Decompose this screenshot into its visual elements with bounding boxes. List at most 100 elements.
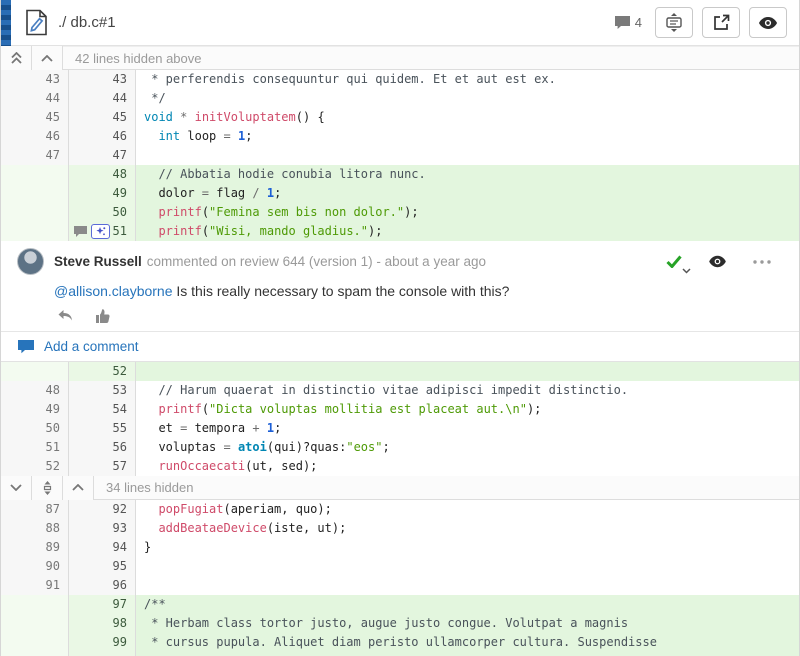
expand-collapse-chunks-button[interactable] [655,7,693,38]
old-line-number[interactable]: 47 [1,146,69,165]
diff-row-line-53[interactable]: 4853 // Harum quaerat in distinctio vita… [1,381,799,400]
old-line-number[interactable]: 91 [1,576,69,595]
diff-row-line-96[interactable]: 9196 [1,576,799,595]
new-line-number[interactable]: 57 [69,457,136,476]
diff-row-line-47[interactable]: 4747 [1,146,799,165]
code-token: (aperiam, quo); [223,502,331,516]
more-actions-icon[interactable] [753,260,771,264]
old-line-number[interactable] [1,203,69,222]
diff-row-line-97[interactable]: 97/** [1,595,799,614]
diff-row-line-46[interactable]: 4646 int loop = 1; [1,127,799,146]
new-line-number[interactable]: 99 [69,633,136,652]
diff-row-line-54[interactable]: 4954 printf("Dicta voluptas mollitia est… [1,400,799,419]
diff-row-line-57[interactable]: 5257 runOccaecati(ut, sed); [1,457,799,476]
diff-row-line-44[interactable]: 4444 */ [1,89,799,108]
comment-meta: commented on review 644 (version 1) - ab… [147,254,486,269]
new-line-number[interactable]: 98 [69,614,136,633]
new-line-number[interactable]: 45 [69,108,136,127]
diff-row-line-55[interactable]: 5055 et = tempora + 1; [1,419,799,438]
new-line-number[interactable]: 100 [69,652,136,656]
old-line-number[interactable] [1,652,69,656]
old-line-number[interactable]: 49 [1,400,69,419]
old-line-number[interactable]: 89 [1,538,69,557]
diff-row-line-56[interactable]: 5156 voluptas = atoi(qui)?quas:"eos"; [1,438,799,457]
diff-row-line-45[interactable]: 4545void * initVoluptatem() { [1,108,799,127]
old-line-number[interactable]: 44 [1,89,69,108]
old-line-number[interactable] [1,362,69,381]
diff-row-line-100[interactable]: 100 * nostra. [1,652,799,656]
diff-row-line-43[interactable]: 4343 * perferendis consequuntur qui quid… [1,70,799,89]
new-line-number[interactable]: 96 [69,576,136,595]
old-line-number[interactable]: 88 [1,519,69,538]
resolve-status-button[interactable] [666,255,682,268]
new-line-number[interactable]: 93 [69,519,136,538]
new-line-number[interactable]: 55 [69,419,136,438]
diff-row-line-51[interactable]: 51 printf("Wisi, mando gladius."); [1,222,799,241]
reply-icon[interactable] [57,309,73,323]
old-line-number[interactable] [1,184,69,203]
add-comment-row[interactable]: Add a comment [1,331,799,361]
expand-up-button[interactable] [63,476,94,500]
comment-indicator-icon[interactable] [73,225,88,238]
expand-all-middle-button[interactable] [32,476,63,500]
old-line-number[interactable]: 50 [1,419,69,438]
old-line-number[interactable]: 51 [1,438,69,457]
new-line-number[interactable]: 53 [69,381,136,400]
mention-link[interactable]: @allison.clayborne [54,283,173,299]
old-line-number[interactable]: 48 [1,381,69,400]
diff-row-line-52[interactable]: 52 [1,362,799,381]
old-line-number[interactable]: 46 [1,127,69,146]
diff-row-line-95[interactable]: 9095 [1,557,799,576]
new-line-number[interactable]: 44 [69,89,136,108]
new-line-number[interactable]: 56 [69,438,136,457]
new-line-number[interactable]: 94 [69,538,136,557]
diff-row-line-94[interactable]: 8994} [1,538,799,557]
expand-down-button[interactable] [1,476,32,500]
new-line-number[interactable]: 92 [69,500,136,519]
diff-row-line-92[interactable]: 8792 popFugiat(aperiam, quo); [1,500,799,519]
diff-row-line-98[interactable]: 98 * Herbam class tortor justo, augue ju… [1,614,799,633]
old-line-number[interactable] [1,165,69,184]
add-comment-link[interactable]: Add a comment [44,339,139,354]
new-line-number[interactable]: 54 [69,400,136,419]
file-name[interactable]: ./ db.c#1 [58,14,116,31]
old-line-number[interactable]: 52 [1,457,69,476]
code-token: printf [158,205,201,219]
code-line: void * initVoluptatem() { [136,108,799,127]
diff-row-line-49[interactable]: 49 dolor = flag / 1; [1,184,799,203]
old-line-number[interactable] [1,633,69,652]
avatar[interactable] [17,248,44,275]
old-line-number[interactable]: 43 [1,70,69,89]
diff-row-line-50[interactable]: 50 printf("Femina sem bis non dolor."); [1,203,799,222]
code-token: ); [527,402,541,416]
new-line-number[interactable]: 43 [69,70,136,89]
new-line-number[interactable]: 52 [69,362,136,381]
new-line-number[interactable]: 48 [69,165,136,184]
old-line-number[interactable] [1,614,69,633]
new-line-number[interactable]: 46 [69,127,136,146]
new-line-number[interactable]: 51 [69,222,136,241]
ai-comment-icon[interactable] [91,224,110,239]
expand-all-above-button[interactable] [1,46,32,70]
comment-author[interactable]: Steve Russell [54,254,142,269]
old-line-number[interactable]: 90 [1,557,69,576]
open-in-new-window-button[interactable] [702,7,740,38]
line-number-value: 99 [113,633,127,652]
code-token [187,110,194,124]
old-line-number[interactable] [1,595,69,614]
thumbs-up-icon[interactable] [95,309,110,323]
new-line-number[interactable]: 49 [69,184,136,203]
expand-some-above-button[interactable] [32,46,63,70]
diff-row-line-48[interactable]: 48 // Abbatia hodie conubia litora nunc. [1,165,799,184]
diff-row-line-99[interactable]: 99 * cursus pupula. Aliquet diam peristo… [1,633,799,652]
diff-row-line-93[interactable]: 8893 addBeataeDevice(iste, ut); [1,519,799,538]
toggle-file-visibility-button[interactable] [749,7,787,38]
new-line-number[interactable]: 50 [69,203,136,222]
new-line-number[interactable]: 47 [69,146,136,165]
new-line-number[interactable]: 97 [69,595,136,614]
comment-eye-icon[interactable] [708,255,727,268]
new-line-number[interactable]: 95 [69,557,136,576]
old-line-number[interactable]: 87 [1,500,69,519]
old-line-number[interactable] [1,222,69,241]
old-line-number[interactable]: 45 [1,108,69,127]
